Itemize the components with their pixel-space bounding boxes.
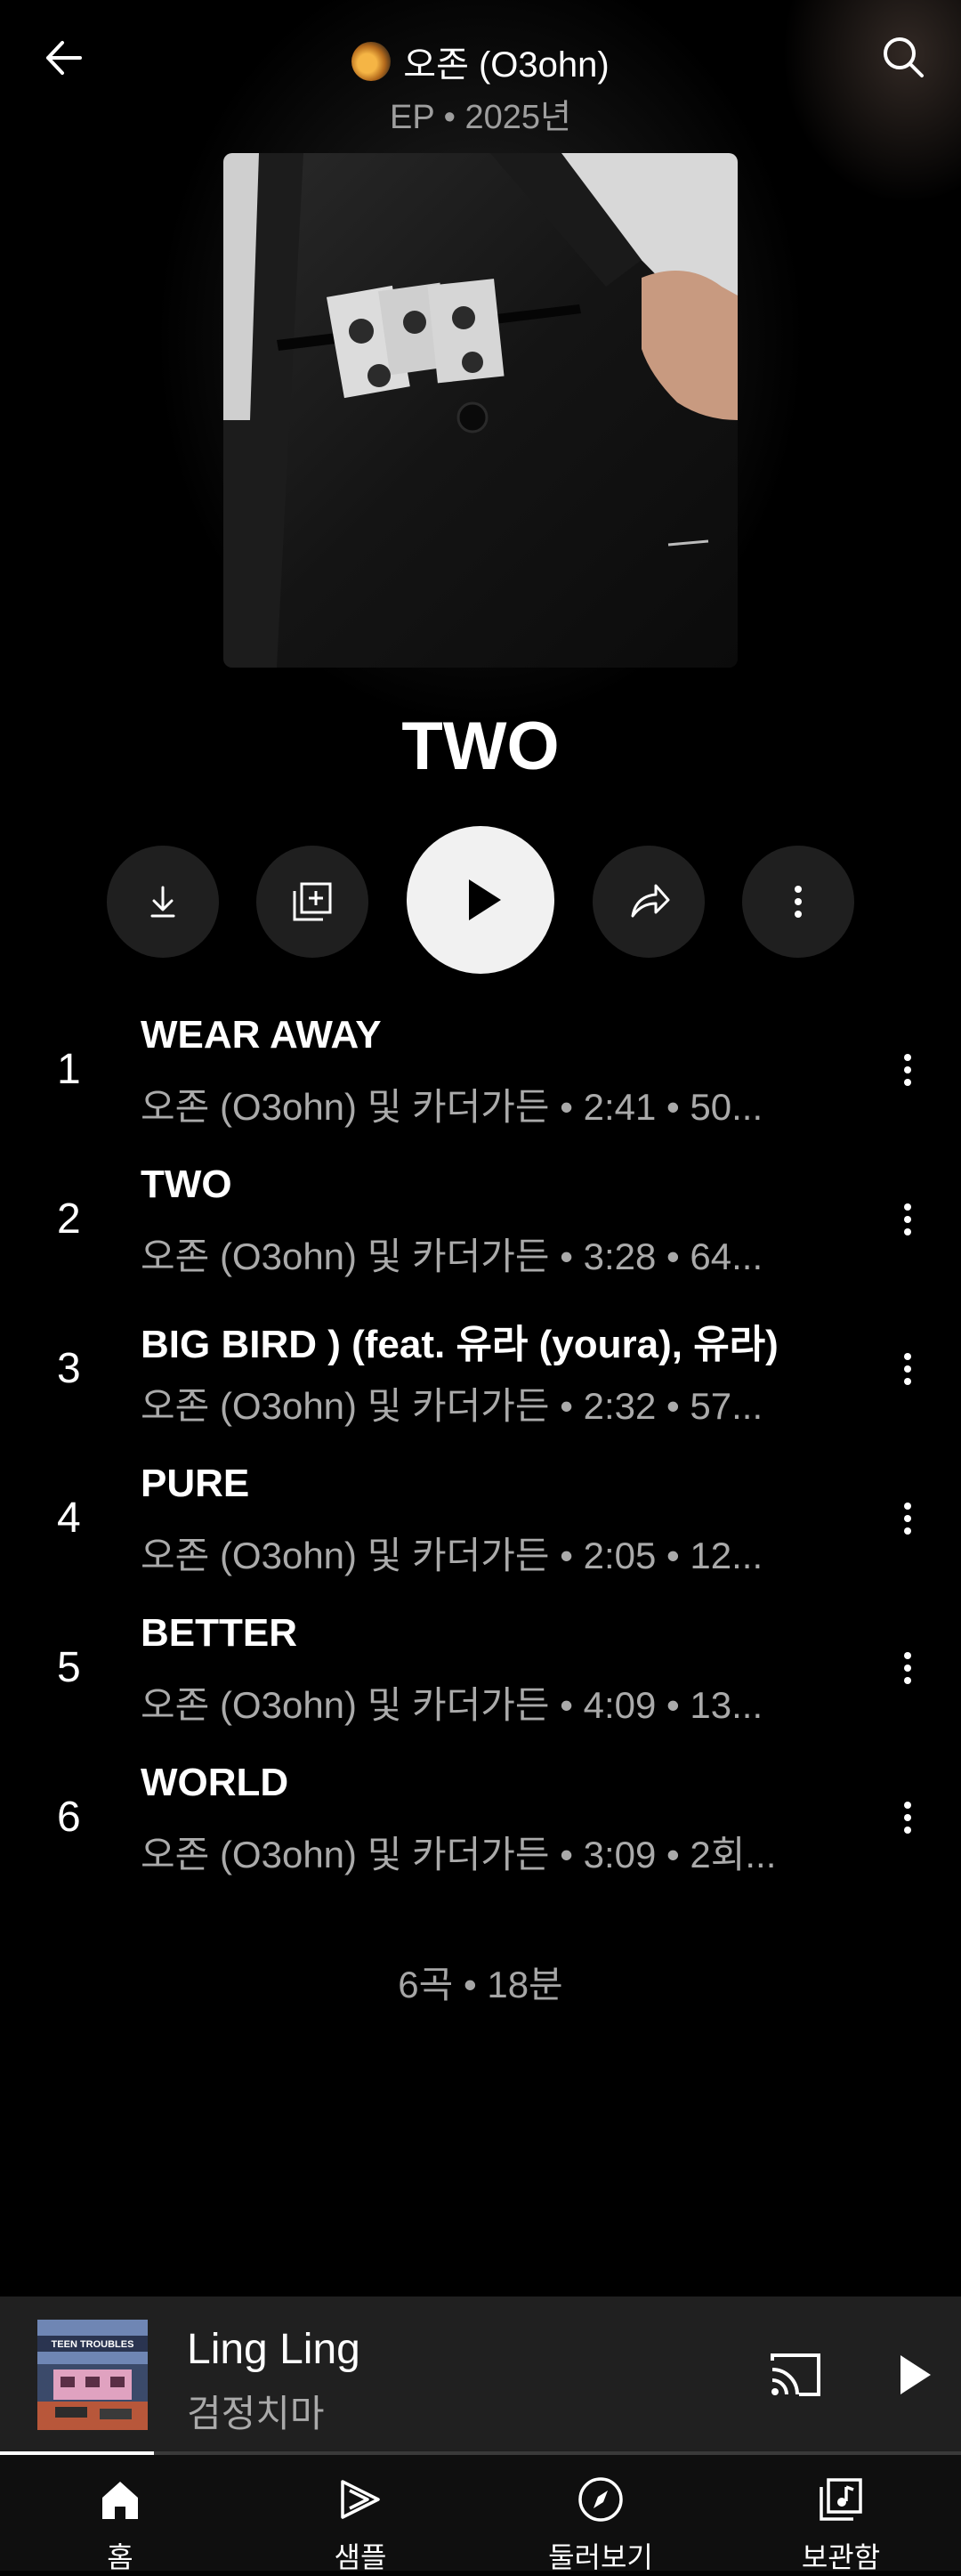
track-meta: 오존 (O3ohn) 및 카더가든 • 2:05 • 12... xyxy=(141,1535,763,1576)
nav-item-home[interactable]: 홈 xyxy=(0,2455,240,2573)
track-meta: 오존 (O3ohn) 및 카더가든 • 3:28 • 64... xyxy=(141,1235,763,1277)
track-number: 4 xyxy=(57,1495,81,1542)
track-more-button[interactable] xyxy=(881,1786,934,1850)
track-title: PURE xyxy=(141,1462,250,1505)
track-title: WEAR AWAY xyxy=(141,1013,382,1057)
nav-item-samples[interactable]: 샘플 xyxy=(240,2455,480,2573)
download-icon xyxy=(150,886,175,918)
album-subtitle: EP • 2025년 xyxy=(390,99,571,136)
track-row[interactable]: 4 PURE 오존 (O3ohn) 및 카더가든 • 2:05 • 12... xyxy=(0,1444,961,1593)
artist-link[interactable]: 오존 (O3ohn) xyxy=(0,36,961,87)
bottom-navigation: 홈 샘플 둘러보기 보관함 xyxy=(0,2455,961,2573)
track-row[interactable]: 6 WORLD 오존 (O3ohn) 및 카더가든 • 3:09 • 2회... xyxy=(0,1743,961,1892)
more-vertical-icon xyxy=(904,1503,911,1535)
track-meta: 오존 (O3ohn) 및 카더가든 • 4:09 • 13... xyxy=(141,1684,763,1726)
track-more-button[interactable] xyxy=(881,1486,934,1551)
track-meta: 오존 (O3ohn) 및 카더가든 • 2:32 • 57... xyxy=(141,1385,763,1427)
share-icon xyxy=(631,884,670,918)
mini-player-artwork-text: TEEN TROUBLES xyxy=(52,2339,134,2350)
more-vertical-icon xyxy=(904,1054,911,1086)
samples-icon xyxy=(341,2480,380,2519)
home-icon xyxy=(102,2482,138,2519)
album-title: TWO xyxy=(401,709,560,784)
more-vertical-icon xyxy=(904,1802,911,1834)
artist-avatar xyxy=(351,42,392,81)
play-icon xyxy=(900,2355,931,2394)
more-vertical-icon xyxy=(904,1652,911,1684)
play-icon xyxy=(469,879,501,920)
track-row[interactable]: 1 WEAR AWAY 오존 (O3ohn) 및 카더가든 • 2:41 • 5… xyxy=(0,995,961,1145)
save-to-library-button[interactable] xyxy=(256,846,368,958)
artist-name: 오존 (O3ohn) xyxy=(403,45,610,85)
track-meta: 오존 (O3ohn) 및 카더가든 • 2:41 • 50... xyxy=(141,1086,763,1128)
track-title: WORLD xyxy=(141,1761,289,1804)
play-album-button[interactable] xyxy=(407,826,554,974)
more-vertical-icon xyxy=(904,1203,911,1235)
track-number: 2 xyxy=(57,1195,81,1243)
track-row[interactable]: 5 BETTER 오존 (O3ohn) 및 카더가든 • 4:09 • 13..… xyxy=(0,1593,961,1743)
track-more-button[interactable] xyxy=(881,1187,934,1252)
track-title: BIG BIRD ) (feat. 유라 (youra), 유라) xyxy=(141,1323,779,1366)
explore-icon xyxy=(578,2477,623,2522)
nav-label: 둘러보기 xyxy=(548,2541,653,2573)
nav-label: 보관함 xyxy=(801,2541,881,2573)
mini-player-play-button[interactable] xyxy=(881,2343,945,2407)
track-title: BETTER xyxy=(141,1611,297,1655)
track-number: 6 xyxy=(57,1794,81,1841)
cast-icon xyxy=(771,2353,820,2396)
nav-label: 샘플 xyxy=(334,2541,387,2573)
more-options-button[interactable] xyxy=(742,846,854,958)
nav-item-library[interactable]: 보관함 xyxy=(721,2455,961,2573)
album-summary: 6곡 • 18분 xyxy=(398,1964,563,2005)
track-number: 5 xyxy=(57,1644,81,1691)
track-more-button[interactable] xyxy=(881,1636,934,1700)
library-icon xyxy=(820,2478,862,2521)
track-number: 3 xyxy=(57,1345,81,1392)
mini-player[interactable]: TEEN TROUBLES Ling Ling 검정치마 xyxy=(0,2297,961,2453)
track-more-button[interactable] xyxy=(881,1038,934,1102)
track-row[interactable]: 2 TWO 오존 (O3ohn) 및 카더가든 • 3:28 • 64... xyxy=(0,1145,961,1294)
more-vertical-icon xyxy=(904,1353,911,1385)
mini-player-artwork: TEEN TROUBLES xyxy=(37,2320,148,2430)
track-meta: 오존 (O3ohn) 및 카더가든 • 3:09 • 2회... xyxy=(141,1834,777,1875)
track-title: TWO xyxy=(141,1162,232,1206)
add-to-library-icon xyxy=(293,882,332,921)
track-number: 1 xyxy=(57,1046,81,1093)
share-button[interactable] xyxy=(593,846,705,958)
track-row[interactable]: 3 BIG BIRD ) (feat. 유라 (youra), 유라) 오존 (… xyxy=(0,1294,961,1444)
track-more-button[interactable] xyxy=(881,1337,934,1401)
more-vertical-icon xyxy=(795,886,802,918)
album-cover xyxy=(223,153,738,668)
mini-player-title: Ling Ling xyxy=(187,2326,360,2373)
nav-item-explore[interactable]: 둘러보기 xyxy=(480,2455,721,2573)
nav-label: 홈 xyxy=(107,2541,133,2573)
download-button[interactable] xyxy=(107,846,219,958)
cast-button[interactable] xyxy=(763,2343,828,2407)
mini-player-artist: 검정치마 xyxy=(187,2393,325,2434)
